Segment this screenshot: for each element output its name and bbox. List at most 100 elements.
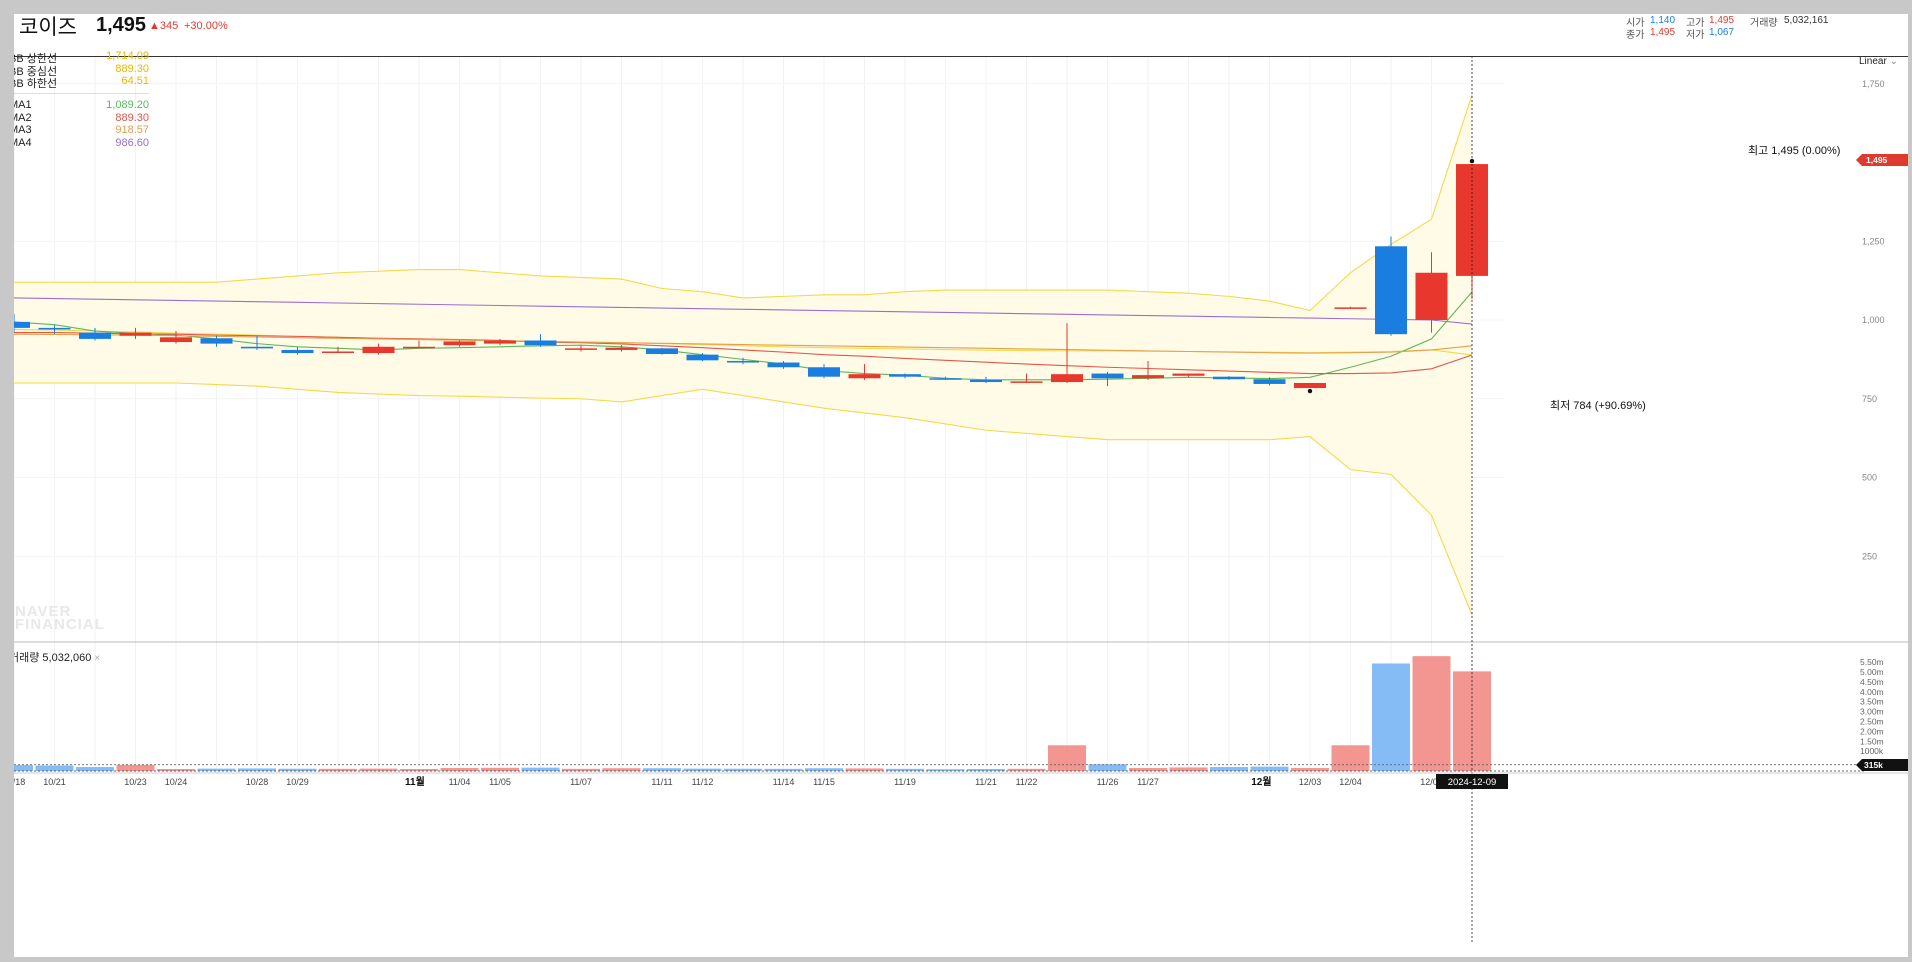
candle-body [1375, 246, 1407, 335]
x-tick-label: 11/04 [449, 777, 471, 787]
close-icon[interactable]: × [94, 653, 100, 664]
x-tick-label: 10/23 [124, 777, 147, 787]
volume-label: 거래량 [1750, 18, 1778, 29]
candle-body [1415, 272, 1448, 320]
candle-body [646, 348, 678, 355]
volume-bar [805, 768, 843, 771]
volume-bar [76, 767, 114, 771]
volume-bar [1210, 767, 1248, 771]
price-tick-label: 1,750 [1862, 79, 1885, 89]
volume-tick-label: 3.50m [1860, 697, 1884, 707]
naver-financial-watermark: NAVER FINANCIAL [15, 603, 105, 633]
candle-body [241, 346, 273, 349]
candle-body [1051, 374, 1083, 383]
price-tag-label: 1,495 [1866, 155, 1888, 165]
candle-body [970, 379, 1002, 383]
candle-body [524, 340, 557, 346]
candle-body [605, 347, 638, 350]
volume-tick-label: 4.50m [1860, 677, 1884, 687]
volume-bar [1129, 768, 1167, 771]
volume-panel-label: 거래량 5,032,060 × [14, 652, 101, 664]
price-tick-label: 1,000 [1862, 315, 1885, 325]
price-change: ▲345 [149, 20, 178, 32]
x-tick-label: 11/12 [692, 777, 714, 787]
volume-bar [116, 764, 155, 771]
candle-body [1132, 375, 1164, 379]
volume-tick-label: 2.00m [1860, 726, 1884, 736]
candle-body [119, 332, 152, 336]
volume-bar [643, 768, 681, 771]
candle-body [929, 378, 962, 380]
volume-bar [1169, 767, 1208, 771]
low-label: 저가 [1686, 30, 1705, 41]
x-tick-label: 11/11 [651, 777, 672, 787]
candle-body [1172, 373, 1205, 376]
x-tick-label: 11/21 [975, 777, 997, 787]
up-arrow-icon: ▲ [149, 20, 160, 32]
price-tick-label: 750 [1862, 394, 1877, 404]
x-tick-label: 11/15 [813, 777, 835, 787]
x-tick-label: 10/28 [246, 777, 269, 787]
candle-body [848, 374, 881, 379]
volume-bar [521, 767, 560, 771]
chevron-down-icon: ⌄ [1889, 56, 1898, 67]
change-value: 345 [159, 20, 179, 32]
chart-frame: 250 500 750 1,000 1,250 1,750 1000k 1.50m 2.00m 2… [14, 14, 1908, 957]
price-change-pct: +30.00% [184, 20, 228, 32]
volume-bar [1331, 745, 1370, 771]
legend-bb-lower[interactable]: BB 하한선64.51 [14, 75, 149, 91]
chart-canvas[interactable]: 2505007501,0001,2501,7501000k1.50m2.00m2… [14, 14, 1908, 957]
volume-bar [35, 765, 74, 771]
volume-bar [14, 765, 33, 771]
volume-tick-label: 5.50m [1860, 657, 1884, 667]
price-tick-label: 500 [1862, 473, 1877, 483]
candle-body [1253, 379, 1286, 384]
scale-mode-select[interactable]: Linear ⌄ [1859, 56, 1898, 67]
volume-bar [1412, 656, 1451, 771]
candle-body [1010, 381, 1043, 383]
volume-value: 5,032,161 [1784, 15, 1829, 26]
candle-body [443, 341, 476, 346]
stock-name: 코이즈 [19, 16, 77, 39]
candle-body [14, 321, 30, 328]
x-tick-label: 11/26 [1097, 777, 1119, 787]
x-tick-label: 11/07 [570, 777, 592, 787]
x-tick-label: 11/22 [1016, 777, 1038, 787]
x-tick-label: 12월 [1251, 776, 1271, 788]
candle-body [767, 362, 800, 368]
candle-body [1213, 376, 1245, 380]
x-tick-label: 11/14 [773, 777, 795, 787]
price-tick-label: 250 [1862, 551, 1877, 561]
candle-body [362, 346, 395, 354]
x-tick-label: 10/18 [14, 777, 25, 787]
candle-body [808, 367, 840, 377]
candle-body [727, 360, 759, 363]
volume-tick-label: 1.50m [1860, 736, 1884, 746]
volume-bar [1088, 764, 1127, 771]
volume-tag-label: 315k [1864, 760, 1883, 770]
legend-ma4[interactable]: MA4986.60 [14, 137, 149, 149]
volume-bar [602, 768, 641, 771]
volume-tick-label: 2.50m [1860, 717, 1884, 727]
quote-header: 코이즈 1,495 ▲345 +30.00% 시가 1,140 고가 1,495… [14, 14, 1908, 57]
candle-body [686, 354, 719, 361]
candle-body [281, 349, 314, 354]
volume-bar [1250, 766, 1289, 771]
x-tick-label: 11/05 [489, 777, 511, 787]
candle-body [38, 327, 71, 330]
legend-ma3[interactable]: MA3918.57 [14, 124, 149, 136]
high-annotation: 최고 1,495 (0.00%) [1748, 145, 1841, 157]
legend-ma2[interactable]: MA2889.30 [14, 112, 149, 124]
candle-body [565, 348, 597, 350]
x-tick-label: 12/04 [1339, 777, 1362, 787]
legend-ma1[interactable]: MA11,089.20 [14, 99, 149, 111]
legend-divider [14, 93, 149, 94]
volume-tick-label: 5.00m [1860, 667, 1884, 677]
candle-body [889, 374, 921, 377]
current-price: 1,495 [96, 14, 147, 36]
high-marker [1469, 158, 1475, 164]
candle-body [79, 332, 111, 339]
candle-body [200, 338, 233, 344]
candle-body [1294, 383, 1326, 389]
x-tick-label: 10/29 [286, 777, 309, 787]
